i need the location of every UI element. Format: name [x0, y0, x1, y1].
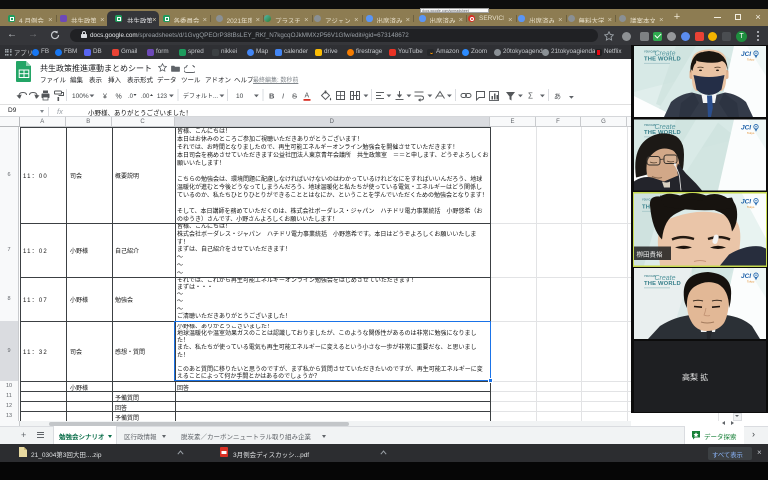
svg-text:.0: .0 [128, 94, 134, 100]
svg-text:123: 123 [157, 94, 168, 100]
svg-text:¥: ¥ [103, 94, 107, 101]
svg-text:あ: あ [554, 93, 561, 101]
svg-text:100%: 100% [72, 93, 89, 100]
svg-text:A: A [305, 93, 310, 100]
svg-text:%: % [116, 94, 122, 101]
svg-text:Σ: Σ [528, 92, 533, 101]
svg-text:デフォルト...: デフォルト... [183, 92, 218, 100]
svg-text:栁田貴裕: 栁田貴裕 [637, 250, 664, 259]
svg-text:.00: .00 [141, 94, 150, 100]
svg-text:10: 10 [236, 93, 244, 100]
svg-text:B: B [269, 92, 275, 101]
svg-text:S: S [292, 92, 297, 101]
svg-text:高梨 拡: 高梨 拡 [682, 372, 708, 382]
svg-text:I: I [282, 92, 284, 101]
